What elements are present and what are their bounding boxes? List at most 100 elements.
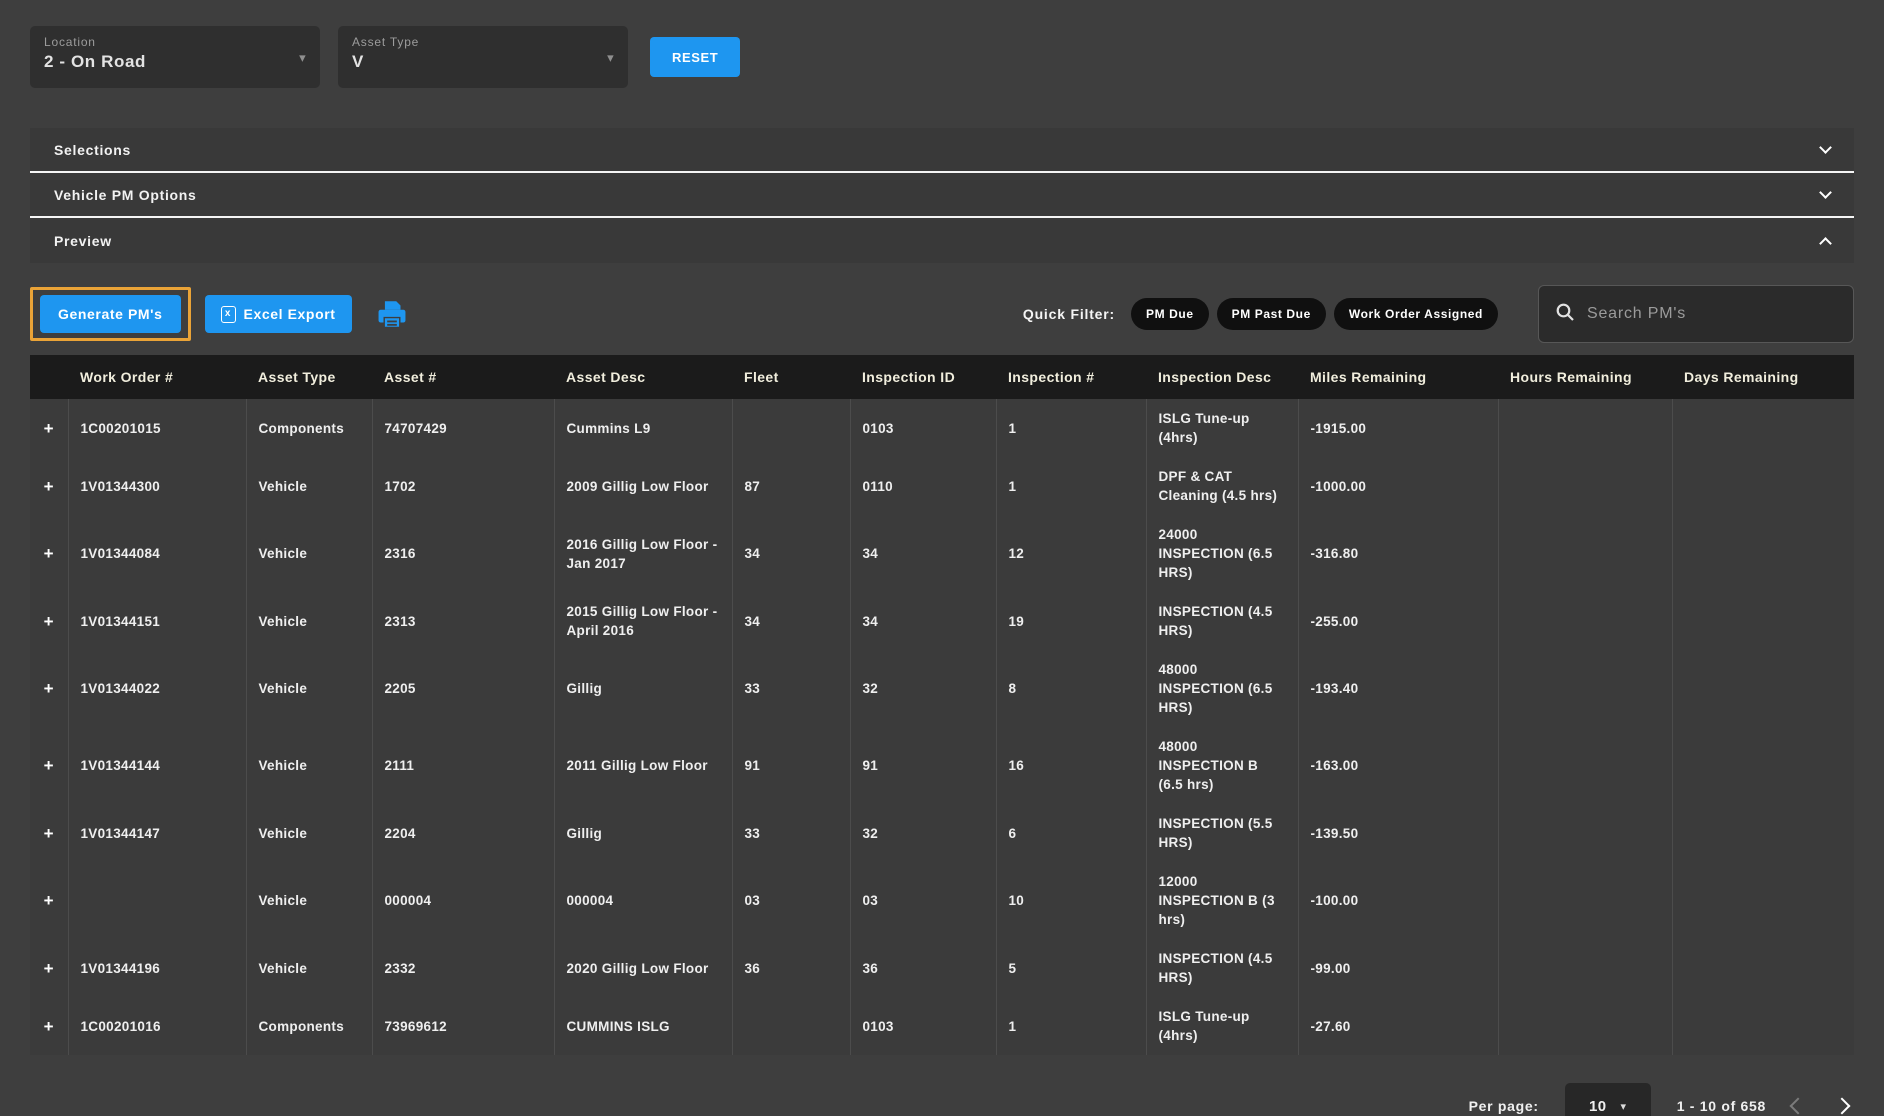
table-row: +1V01344196Vehicle23322020 Gillig Low Fl… bbox=[30, 939, 1854, 997]
column-header-inspection-id[interactable]: Inspection ID bbox=[850, 355, 996, 399]
column-header-asset-[interactable]: Asset # bbox=[372, 355, 554, 399]
column-header-days-remaining[interactable]: Days Remaining bbox=[1672, 355, 1854, 399]
table-row: +1V01344300Vehicle17022009 Gillig Low Fl… bbox=[30, 457, 1854, 515]
cell-days bbox=[1672, 997, 1854, 1055]
cell-insp_id: 36 bbox=[850, 939, 996, 997]
accordion-selections[interactable]: Selections bbox=[30, 128, 1854, 173]
column-header-hours-remaining[interactable]: Hours Remaining bbox=[1498, 355, 1672, 399]
expand-row-icon[interactable]: + bbox=[30, 997, 68, 1055]
accordion-label: Vehicle PM Options bbox=[54, 187, 197, 203]
expand-row-icon[interactable]: + bbox=[30, 804, 68, 862]
expand-row-icon[interactable]: + bbox=[30, 592, 68, 650]
cell-wo: 1C00201015 bbox=[68, 399, 246, 457]
asset-type-select[interactable]: Asset Type V ▾ bbox=[338, 26, 628, 88]
column-header-inspection-[interactable]: Inspection # bbox=[996, 355, 1146, 399]
excel-export-label: Excel Export bbox=[244, 306, 336, 322]
pm-preview-table: Work Order #Asset TypeAsset #Asset DescF… bbox=[30, 355, 1854, 1055]
excel-export-button[interactable]: x Excel Export bbox=[205, 295, 352, 333]
expand-row-icon[interactable]: + bbox=[30, 650, 68, 727]
accordion-label: Preview bbox=[54, 233, 112, 249]
column-header-work-order-[interactable]: Work Order # bbox=[68, 355, 246, 399]
cell-asset_type: Vehicle bbox=[246, 650, 372, 727]
expand-row-icon[interactable]: + bbox=[30, 457, 68, 515]
cell-insp_num: 19 bbox=[996, 592, 1146, 650]
cell-asset_desc: 000004 bbox=[554, 862, 732, 939]
location-select[interactable]: Location 2 - On Road ▾ bbox=[30, 26, 320, 88]
accordion-label: Selections bbox=[54, 142, 131, 158]
cell-days bbox=[1672, 804, 1854, 862]
cell-fleet: 33 bbox=[732, 804, 850, 862]
cell-asset_type: Components bbox=[246, 399, 372, 457]
cell-days bbox=[1672, 862, 1854, 939]
cell-insp_desc: INSPECTION (4.5 HRS) bbox=[1146, 592, 1298, 650]
cell-insp_id: 32 bbox=[850, 650, 996, 727]
cell-insp_desc: ISLG Tune-up (4hrs) bbox=[1146, 399, 1298, 457]
table-row: +1C00201016Components73969612CUMMINS ISL… bbox=[30, 997, 1854, 1055]
cell-insp_id: 0110 bbox=[850, 457, 996, 515]
cell-hours bbox=[1498, 515, 1672, 592]
cell-days bbox=[1672, 939, 1854, 997]
per-page-value: 10 bbox=[1589, 1098, 1607, 1115]
cell-wo: 1V01344022 bbox=[68, 650, 246, 727]
cell-insp_desc: 24000 INSPECTION (6.5 HRS) bbox=[1146, 515, 1298, 592]
next-page-icon[interactable] bbox=[1834, 1098, 1851, 1115]
asset-type-label: Asset Type bbox=[352, 35, 614, 49]
column-header-miles-remaining[interactable]: Miles Remaining bbox=[1298, 355, 1498, 399]
quick-filter-pm-past-due[interactable]: PM Past Due bbox=[1217, 298, 1326, 330]
accordion-preview[interactable]: Preview bbox=[30, 218, 1854, 263]
cell-asset_num: 2111 bbox=[372, 727, 554, 804]
cell-insp_desc: 48000 INSPECTION B (6.5 hrs) bbox=[1146, 727, 1298, 804]
column-header-asset-desc[interactable]: Asset Desc bbox=[554, 355, 732, 399]
generate-pms-button[interactable]: Generate PM's bbox=[40, 295, 181, 333]
cell-days bbox=[1672, 650, 1854, 727]
cell-asset_desc: 2011 Gillig Low Floor bbox=[554, 727, 732, 804]
cell-miles: -316.80 bbox=[1298, 515, 1498, 592]
cell-insp_desc: 48000 INSPECTION (6.5 HRS) bbox=[1146, 650, 1298, 727]
quick-filter-label: Quick Filter: bbox=[1023, 306, 1115, 322]
column-header-inspection-desc[interactable]: Inspection Desc bbox=[1146, 355, 1298, 399]
cell-fleet: 33 bbox=[732, 650, 850, 727]
accordion-vehicle-pm-options[interactable]: Vehicle PM Options bbox=[30, 173, 1854, 218]
table-header-row: Work Order #Asset TypeAsset #Asset DescF… bbox=[30, 355, 1854, 399]
quick-filter-pm-due[interactable]: PM Due bbox=[1131, 298, 1209, 330]
cell-insp_desc: 12000 INSPECTION B (3 hrs) bbox=[1146, 862, 1298, 939]
filter-row: Location 2 - On Road ▾ Asset Type V ▾ RE… bbox=[30, 0, 1854, 88]
cell-wo bbox=[68, 862, 246, 939]
expand-row-icon[interactable]: + bbox=[30, 727, 68, 804]
reset-button[interactable]: RESET bbox=[650, 37, 740, 77]
table-row: +1V01344022Vehicle2205Gillig3332848000 I… bbox=[30, 650, 1854, 727]
search-box[interactable] bbox=[1538, 285, 1854, 343]
expand-row-icon[interactable]: + bbox=[30, 515, 68, 592]
cell-insp_desc: ISLG Tune-up (4hrs) bbox=[1146, 997, 1298, 1055]
expand-row-icon[interactable]: + bbox=[30, 862, 68, 939]
cell-asset_desc: 2015 Gillig Low Floor - April 2016 bbox=[554, 592, 732, 650]
cell-miles: -139.50 bbox=[1298, 804, 1498, 862]
cell-days bbox=[1672, 515, 1854, 592]
cell-wo: 1V01344300 bbox=[68, 457, 246, 515]
chevron-down-icon bbox=[1819, 186, 1832, 199]
column-header-asset-type[interactable]: Asset Type bbox=[246, 355, 372, 399]
cell-hours bbox=[1498, 399, 1672, 457]
cell-miles: -255.00 bbox=[1298, 592, 1498, 650]
cell-insp_id: 32 bbox=[850, 804, 996, 862]
per-page-label: Per page: bbox=[1469, 1098, 1539, 1114]
previous-page-icon[interactable] bbox=[1790, 1098, 1807, 1115]
expand-row-icon[interactable]: + bbox=[30, 939, 68, 997]
expand-row-icon[interactable]: + bbox=[30, 399, 68, 457]
table-row: +1V01344151Vehicle23132015 Gillig Low Fl… bbox=[30, 592, 1854, 650]
pm-generation-page: Location 2 - On Road ▾ Asset Type V ▾ RE… bbox=[0, 0, 1884, 1116]
cell-hours bbox=[1498, 592, 1672, 650]
column-header-fleet[interactable]: Fleet bbox=[732, 355, 850, 399]
chevron-down-icon: ▾ bbox=[299, 50, 306, 66]
cell-asset_desc: CUMMINS ISLG bbox=[554, 997, 732, 1055]
cell-hours bbox=[1498, 939, 1672, 997]
cell-wo: 1V01344151 bbox=[68, 592, 246, 650]
print-icon[interactable] bbox=[374, 297, 410, 331]
per-page-select[interactable]: 10 ▾ bbox=[1565, 1083, 1651, 1116]
search-input[interactable] bbox=[1587, 305, 1837, 323]
quick-filter-work-order-assigned[interactable]: Work Order Assigned bbox=[1334, 298, 1498, 330]
cell-insp_num: 16 bbox=[996, 727, 1146, 804]
cell-insp_num: 6 bbox=[996, 804, 1146, 862]
cell-hours bbox=[1498, 997, 1672, 1055]
cell-hours bbox=[1498, 862, 1672, 939]
